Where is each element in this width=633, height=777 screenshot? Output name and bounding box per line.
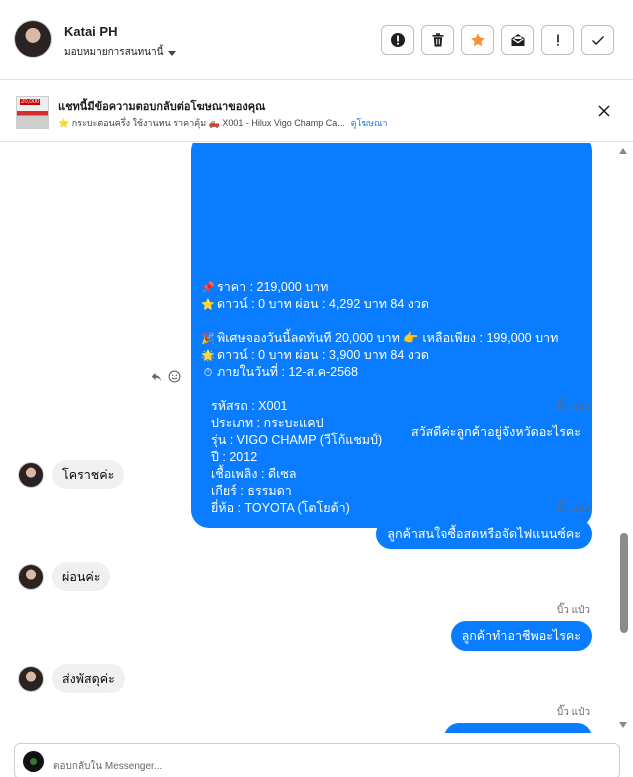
listing-text: ดาวน์ : 0 บาท ผ่อน : 4,292 บาท 84 งวด [217, 297, 430, 311]
message-actions [150, 370, 181, 383]
reply-composer[interactable]: ตอบกลับใน Messenger... [14, 743, 620, 777]
listing-line: เกียร์ : ธรรมดา [201, 483, 586, 500]
listing-line: 🎉 พิเศษจองวันนี้ลดทันที 20,000 บาท 👉 เหลื… [201, 330, 586, 347]
mark-spam-button[interactable] [381, 25, 414, 55]
emoji-icon: 📌 [201, 282, 215, 294]
emoji-icon: 🌟 [201, 350, 215, 362]
ad-reply-banner: 20,000 แชทนี้มีข้อความตอบกลับต่อโฆษณาของ… [0, 80, 633, 142]
contact-avatar-small[interactable] [18, 563, 44, 590]
listing-text: เชื้อเพลิง : ดีเซล [211, 467, 297, 481]
incoming-message-row: โคราชค่ะ [18, 460, 125, 489]
listing-text: ดาวน์ : 0 บาท ผ่อน : 3,900 บาท 84 งวด [217, 348, 430, 362]
check-icon [591, 36, 604, 45]
incoming-message[interactable]: ผ่อนค่ะ [52, 562, 111, 591]
listing-lines: 📌 ราคา : 219,000 บาท ⭐ ดาวน์ : 0 บาท ผ่อน :… [201, 279, 586, 517]
listing-text: รุ่น : VIGO CHAMP (วีโก้แชมป์) [211, 433, 383, 447]
listing-text: ประเภท : กระบะแคป [211, 416, 324, 430]
delete-button[interactable] [421, 25, 454, 55]
listing-line: ⭐ ดาวน์ : 0 บาท ผ่อน : 4,292 บาท 84 งวด [201, 296, 586, 313]
react-emoji-icon[interactable] [168, 370, 181, 383]
contact-name[interactable]: Katai PH [64, 24, 117, 39]
scroll-down-arrow[interactable] [619, 722, 627, 728]
scrollbar-thumb[interactable] [620, 533, 628, 633]
outgoing-message-partial[interactable] [444, 723, 592, 733]
emoji-icon: 🎉 [201, 333, 215, 345]
star-button[interactable] [461, 25, 494, 55]
listing-text: รหัสรถ : X001 [211, 399, 288, 413]
emoji-icon: ⭐ [201, 299, 215, 311]
trash-icon [432, 33, 443, 47]
listing-line [201, 381, 586, 398]
listing-text: เกียร์ : ธรรมดา [211, 484, 292, 498]
listing-text: ภายในวันที่ : 12-ส.ค-2568 [217, 365, 358, 379]
listing-text: พิเศษจองวันนี้ลดทันที 20,000 บาท 👉 เหลือ… [217, 331, 559, 345]
incoming-message-row: ส่งพัสดุค่ะ [18, 664, 125, 693]
listing-text: ปี : 2012 [211, 450, 258, 464]
outgoing-message[interactable]: ลูกค้าสนใจซื้อสดหรือจัดไฟแนนซ์คะ [376, 519, 592, 549]
view-ad-link[interactable]: ดูโฆษณา [351, 116, 388, 130]
listing-line: 🌟 ดาวน์ : 0 บาท ผ่อน : 3,900 บาท 84 งวด [201, 347, 586, 364]
caret-down-icon [168, 50, 177, 56]
emoji-icon: ⏱ [203, 367, 213, 379]
sender-label: บิ๊ว แป๋ว [556, 401, 590, 412]
sender-label: บิ๊ว แป๋ว [556, 503, 590, 514]
close-icon[interactable] [597, 104, 611, 118]
outgoing-message-listing[interactable]: 📌 ราคา : 219,000 บาท ⭐ ดาวน์ : 0 บาท ผ่อน :… [191, 143, 592, 528]
sender-label: บิ๊ว แป๋ว [556, 605, 590, 616]
listing-line: รหัสรถ : X001 [201, 398, 586, 415]
contact-avatar-small[interactable] [18, 665, 44, 692]
message-thread[interactable]: 📌 ราคา : 219,000 บาท ⭐ ดาวน์ : 0 บาท ผ่อน :… [0, 143, 633, 733]
exclamation-icon [556, 34, 559, 46]
ad-thumb-price: 20,000 [20, 99, 41, 105]
ad-name: ⭐ กระบะตอนครึ่ง ใช้งานทน ราคาคุ้ม 🛻 X001… [58, 118, 345, 128]
listing-line: 📌 ราคา : 219,000 บาท [201, 279, 586, 296]
mark-unread-button[interactable] [501, 25, 534, 55]
contact-avatar-small[interactable] [18, 461, 44, 488]
mark-done-button[interactable] [581, 25, 614, 55]
listing-line: ยี่ห้อ : TOYOTA (โตโยต้า) [201, 500, 586, 517]
contact-avatar[interactable] [14, 20, 52, 58]
outgoing-message[interactable]: สวัสดีค่ะลูกค้าอยู่จังหวัดอะไรคะ [399, 417, 592, 447]
listing-text: ยี่ห้อ : TOYOTA (โตโยต้า) [211, 501, 350, 515]
ad-thumbnail[interactable]: 20,000 [16, 96, 49, 129]
composer-placeholder[interactable]: ตอบกลับใน Messenger... [53, 759, 162, 774]
page-avatar [23, 751, 44, 772]
star-icon [470, 33, 485, 47]
sender-label: บิ๊ว แป๋ว [556, 707, 590, 718]
alert-circle-icon [390, 33, 405, 47]
incoming-message-row: ผ่อนค่ะ [18, 562, 111, 591]
listing-line: ⏱ ภายในวันที่ : 12-ส.ค-2568 [201, 364, 586, 381]
follow-up-button[interactable] [541, 25, 574, 55]
ad-banner-subtitle: ⭐ กระบะตอนครึ่ง ใช้งานทน ราคาคุ้ม 🛻 X001… [58, 116, 387, 130]
outgoing-message[interactable]: ลูกค้าทำอาชีพอะไรคะ [450, 621, 592, 651]
incoming-message[interactable]: ส่งพัสดุค่ะ [52, 664, 125, 693]
conversation-toolbar [381, 25, 614, 55]
reply-icon[interactable] [150, 370, 163, 383]
assign-conversation-dropdown[interactable]: มอบหมายการสนทนานี้ [64, 45, 177, 60]
mark-unread-icon [511, 34, 524, 46]
listing-text: ราคา : 219,000 บาท [217, 280, 329, 294]
listing-line: เชื้อเพลิง : ดีเซล [201, 466, 586, 483]
incoming-message[interactable]: โคราชค่ะ [52, 460, 125, 489]
conversation-header: Katai PH มอบหมายการสนทนานี้ [0, 0, 633, 80]
ad-banner-title: แชทนี้มีข้อความตอบกลับต่อโฆษณาของคุณ [58, 101, 266, 113]
listing-line: ปี : 2012 [201, 449, 586, 466]
scroll-up-arrow[interactable] [619, 148, 627, 154]
assign-label: มอบหมายการสนทนานี้ [64, 47, 164, 58]
listing-line [201, 313, 586, 330]
